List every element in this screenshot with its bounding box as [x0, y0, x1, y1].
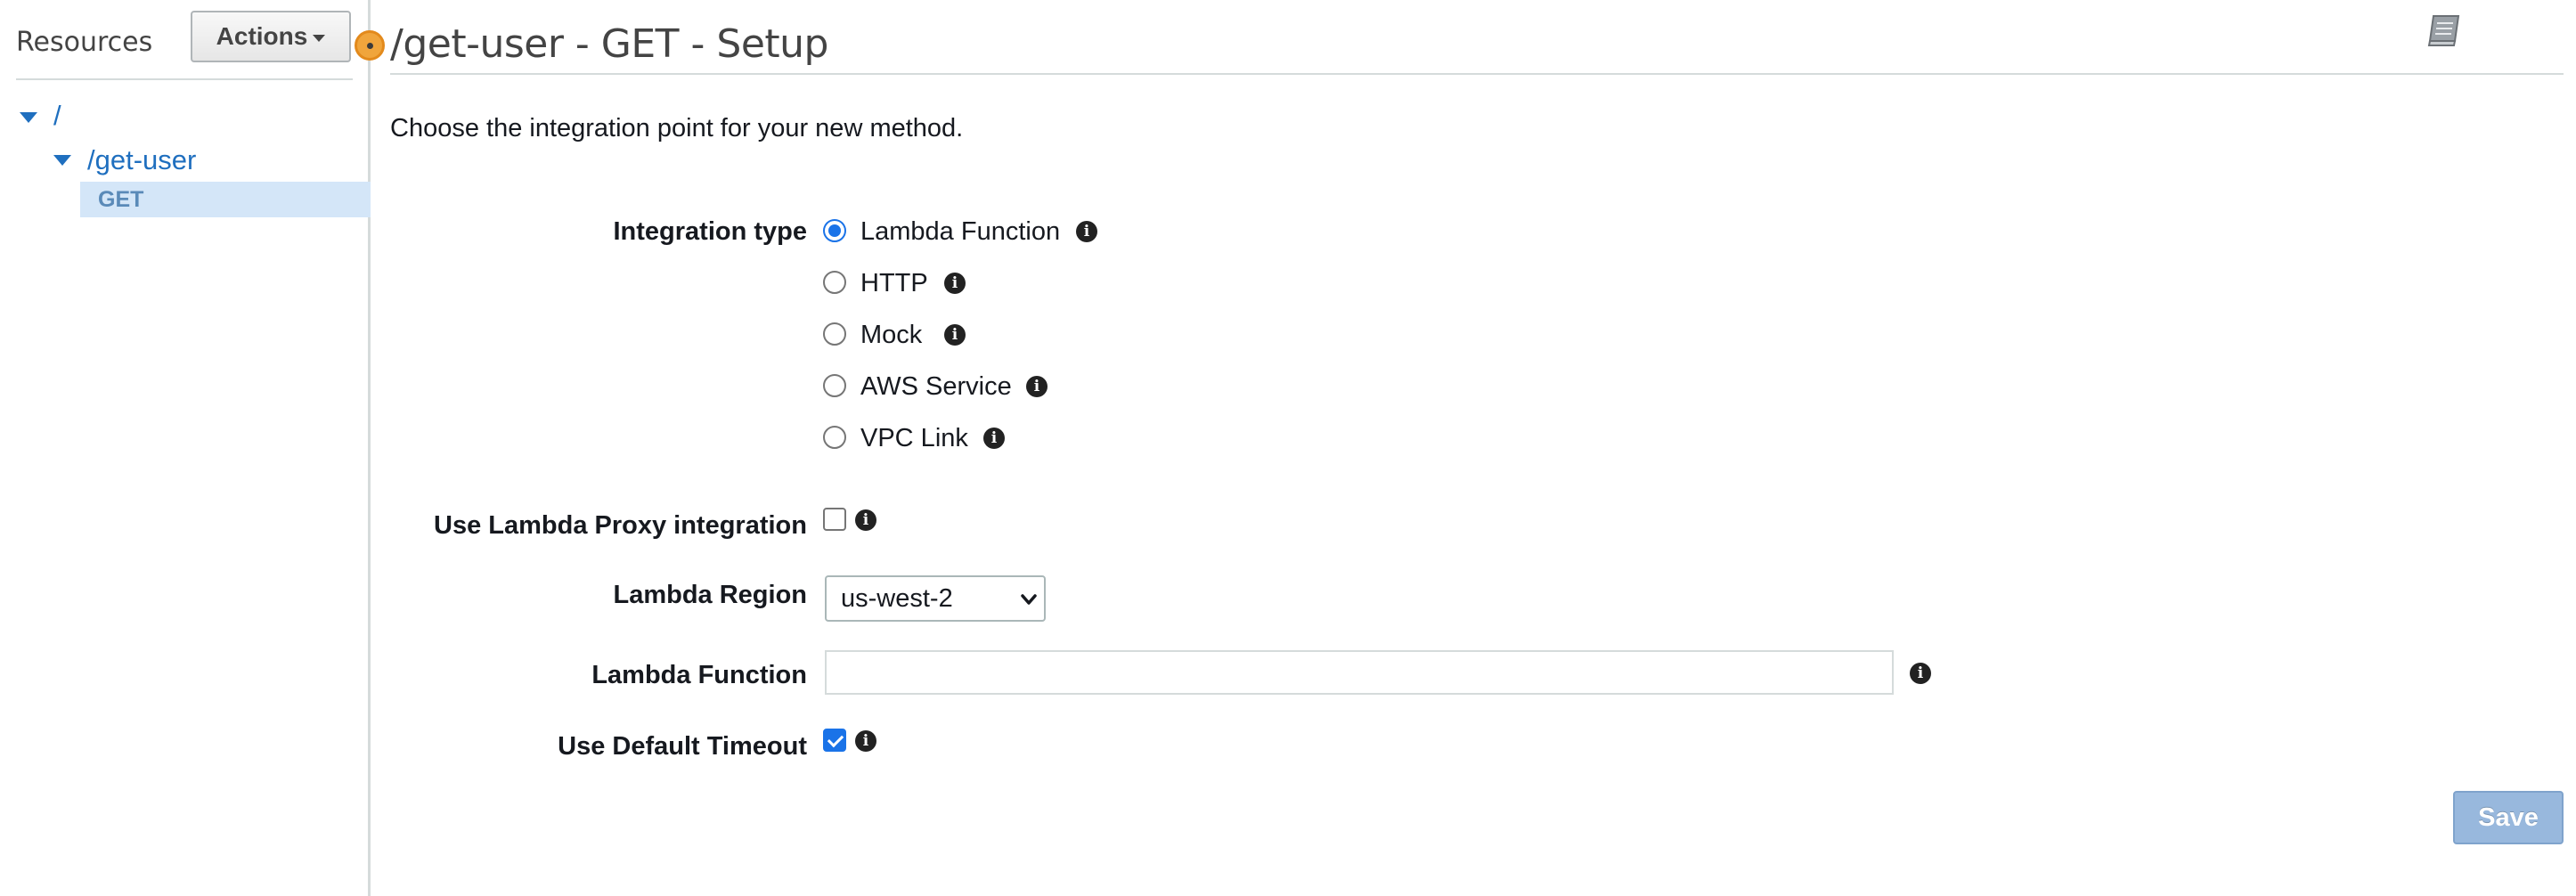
radio-label-http[interactable]: HTTP — [860, 269, 928, 298]
lambda-proxy-checkbox[interactable] — [823, 508, 846, 531]
book-icon[interactable] — [2423, 12, 2464, 48]
tree-item-root[interactable]: / — [53, 100, 61, 132]
tree-item-get-method[interactable]: GET — [80, 182, 371, 217]
info-icon[interactable]: i — [983, 428, 1005, 449]
info-icon[interactable]: i — [855, 509, 876, 531]
lambda-region-select[interactable]: us-west-2 — [825, 575, 1046, 622]
lambda-region-label: Lambda Region — [613, 581, 807, 609]
default-timeout-label: Use Default Timeout — [558, 732, 807, 761]
sidebar-resize-handle[interactable] — [355, 30, 385, 61]
radio-lambda-function[interactable] — [823, 219, 846, 242]
page-description: Choose the integration point for your ne… — [390, 114, 964, 143]
info-icon[interactable]: i — [1026, 376, 1048, 397]
radio-vpc-link[interactable] — [823, 426, 846, 449]
info-icon[interactable]: i — [855, 730, 876, 752]
info-icon[interactable]: i — [944, 273, 966, 294]
radio-label-mock[interactable]: Mock — [860, 321, 922, 350]
radio-label-lambda-function[interactable]: Lambda Function — [860, 217, 1060, 247]
tree-item-get-user[interactable]: /get-user — [87, 144, 196, 176]
radio-mock[interactable] — [823, 322, 846, 346]
resources-sidebar: Resources Actions / /get-user GET — [0, 0, 371, 896]
lambda-proxy-label: Use Lambda Proxy integration — [434, 511, 807, 540]
lambda-function-input[interactable] — [825, 650, 1894, 695]
page-title: /get-user - GET - Setup — [390, 21, 828, 67]
title-divider — [390, 73, 2564, 75]
radio-http[interactable] — [823, 271, 846, 294]
actions-button-label: Actions — [216, 22, 308, 50]
integration-type-label: Integration type — [613, 217, 807, 246]
chevron-down-icon — [1021, 594, 1037, 605]
radio-aws-service[interactable] — [823, 374, 846, 397]
info-icon[interactable]: i — [1076, 221, 1097, 242]
tree-expand-caret-icon[interactable] — [53, 155, 71, 166]
sidebar-title: Resources — [16, 27, 153, 58]
caret-down-icon — [313, 35, 326, 42]
radio-label-vpc-link[interactable]: VPC Link — [860, 424, 968, 453]
default-timeout-checkbox[interactable] — [823, 729, 846, 752]
actions-button[interactable]: Actions — [191, 11, 351, 62]
radio-label-aws-service[interactable]: AWS Service — [860, 372, 1012, 402]
info-icon[interactable]: i — [1910, 663, 1931, 684]
save-button[interactable]: Save — [2453, 791, 2564, 844]
lambda-region-value: us-west-2 — [841, 583, 953, 613]
sidebar-divider — [16, 78, 353, 80]
lambda-function-label: Lambda Function — [591, 661, 807, 689]
info-icon[interactable]: i — [944, 324, 966, 346]
tree-expand-caret-icon[interactable] — [20, 112, 37, 123]
